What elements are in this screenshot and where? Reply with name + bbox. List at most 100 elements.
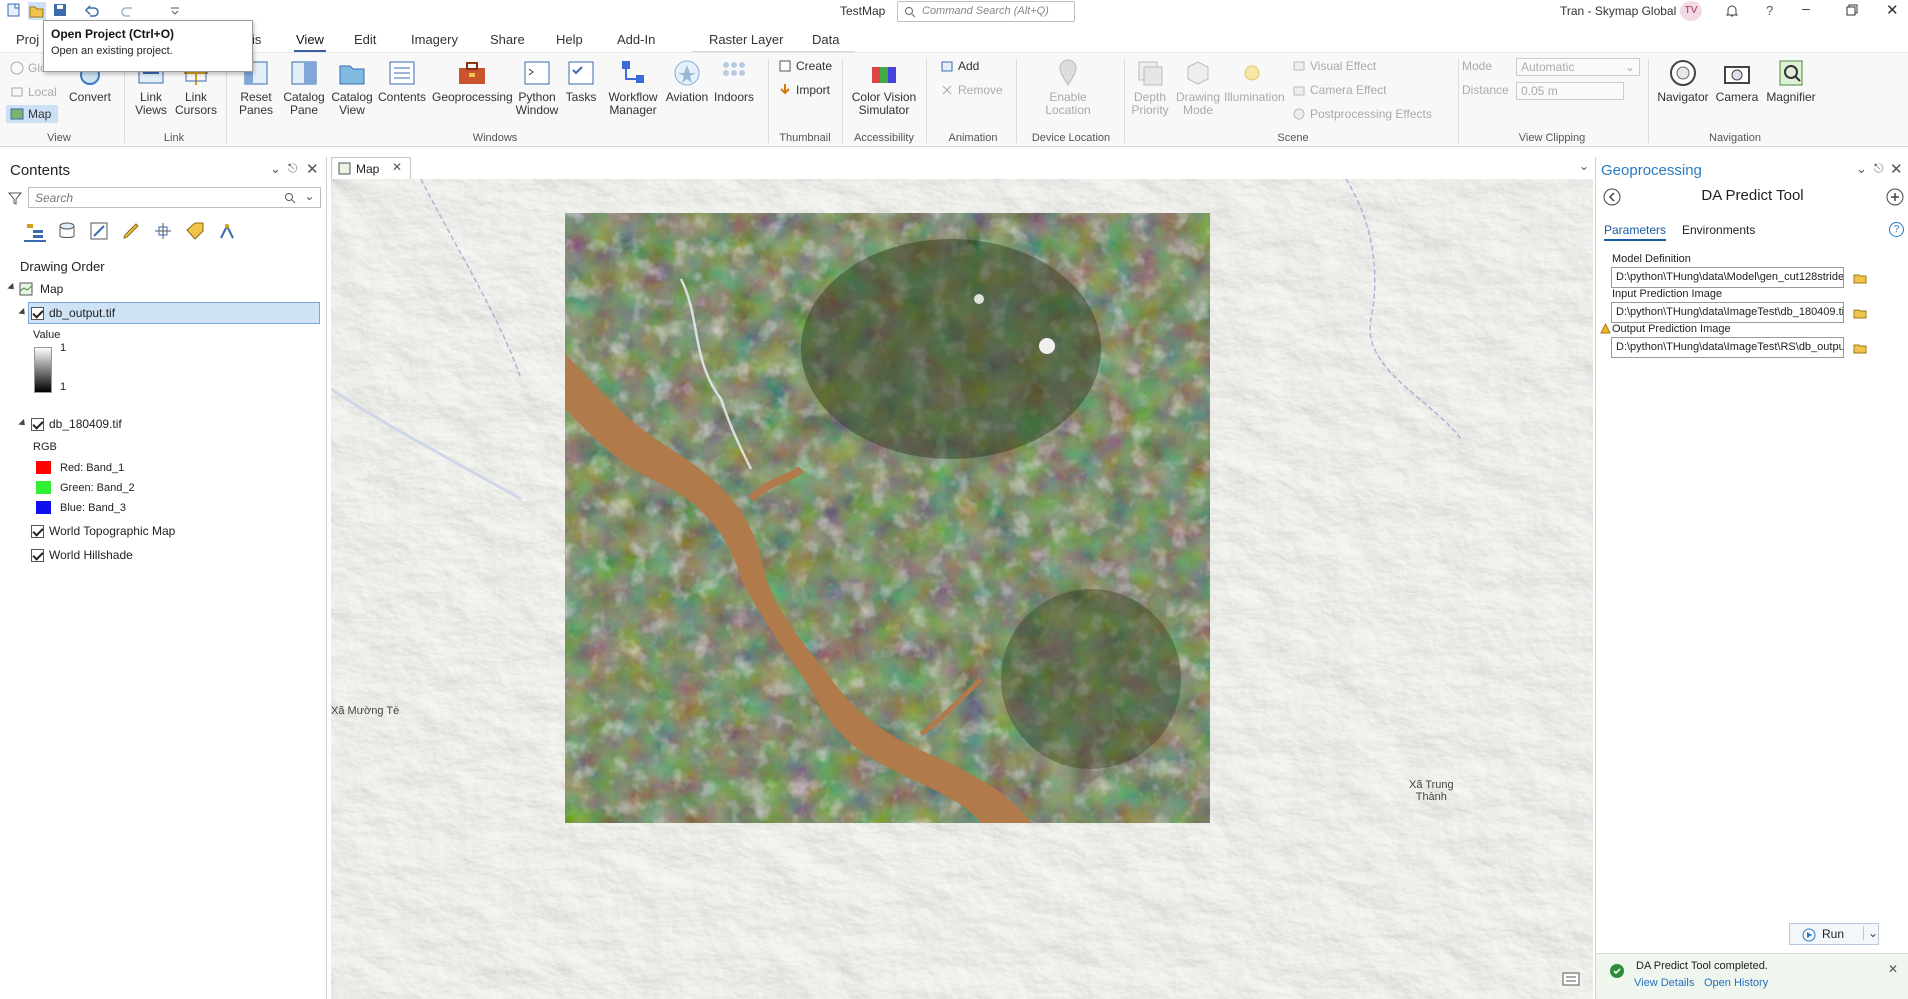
- contents-search-input[interactable]: Search ⌄: [28, 187, 321, 208]
- pane-options-chevron-icon[interactable]: ⌄: [1856, 161, 1867, 177]
- map-button[interactable]: Map: [6, 105, 58, 123]
- open-project-icon[interactable]: [28, 2, 46, 20]
- list-by-snapping-icon[interactable]: [152, 220, 174, 242]
- navigator-button[interactable]: Navigator: [1654, 57, 1712, 104]
- pane-options-chevron-icon[interactable]: ⌄: [270, 161, 281, 177]
- catalog-view-button[interactable]: Catalog View: [328, 57, 376, 117]
- catalog-pane-button[interactable]: Catalog Pane: [280, 57, 328, 117]
- drawing-mode-button[interactable]: Drawing Mode: [1174, 57, 1222, 117]
- help-icon[interactable]: ?: [1889, 222, 1904, 237]
- postprocessing-effects-button[interactable]: Postprocessing Effects: [1292, 105, 1432, 123]
- expand-layer-icon[interactable]: [18, 307, 28, 318]
- create-thumbnail-button[interactable]: Create: [778, 57, 832, 75]
- tab-help[interactable]: Help: [556, 32, 583, 47]
- tab-add-in[interactable]: Add-In: [617, 32, 655, 47]
- view-details-link[interactable]: View Details: [1634, 977, 1694, 989]
- add-icon[interactable]: [1886, 188, 1904, 206]
- tab-analysis[interactable]: is: [252, 32, 261, 47]
- layer-visibility-checkbox[interactable]: [31, 525, 44, 538]
- layer-name[interactable]: World Topographic Map: [49, 520, 175, 542]
- pin-icon[interactable]: ⎋: [288, 161, 298, 176]
- close-notice-icon[interactable]: ✕: [1888, 962, 1898, 976]
- geoprocessing-button[interactable]: Geoprocessing: [432, 57, 513, 104]
- tab-view[interactable]: View: [294, 32, 326, 52]
- global-button[interactable]: Glo: [10, 59, 47, 77]
- map-node[interactable]: Map: [40, 278, 63, 300]
- layer-visibility-checkbox[interactable]: [31, 307, 44, 320]
- tab-parameters[interactable]: Parameters: [1604, 223, 1667, 241]
- close-icon[interactable]: ✕: [1886, 1, 1899, 19]
- layer-name[interactable]: World Hillshade: [49, 544, 133, 566]
- close-tab-icon[interactable]: ✕: [392, 160, 402, 174]
- illumination-button[interactable]: Illumination: [1224, 57, 1285, 104]
- remove-animation-button[interactable]: Remove: [940, 81, 1003, 99]
- layer-name[interactable]: db_180409.tif: [49, 413, 122, 435]
- input-image-input[interactable]: D:\python\THung\data\ImageTest\db_180409…: [1611, 302, 1844, 323]
- restore-icon[interactable]: [1846, 4, 1858, 16]
- tab-environments[interactable]: Environments: [1682, 223, 1755, 237]
- list-by-source-icon[interactable]: [56, 220, 78, 242]
- workflow-manager-button[interactable]: Workflow Manager: [602, 57, 664, 117]
- avatar[interactable]: TV: [1680, 1, 1702, 21]
- aviation-button[interactable]: Aviation: [664, 57, 710, 104]
- enable-location-button[interactable]: Enable Location: [1036, 57, 1100, 117]
- chevron-down-icon[interactable]: ⌄: [1579, 159, 1589, 173]
- color-vision-simulator-button[interactable]: Color Vision Simulator: [846, 57, 922, 117]
- map-canvas[interactable]: Xã Mường Tè Xã Trung Thành: [331, 179, 1593, 999]
- undo-icon[interactable]: [84, 2, 102, 20]
- list-by-editing-icon[interactable]: [120, 220, 142, 242]
- clipping-distance-input[interactable]: 0.05 m: [1516, 82, 1624, 100]
- list-by-selection-icon[interactable]: [88, 220, 110, 242]
- pin-icon[interactable]: ⎋: [1874, 161, 1884, 176]
- layer-visibility-checkbox[interactable]: [31, 418, 44, 431]
- close-pane-icon[interactable]: ✕: [1890, 160, 1903, 178]
- model-definition-input[interactable]: D:\python\THung\data\Model\gen_cut128str…: [1611, 267, 1844, 288]
- customize-quick-access-icon[interactable]: [168, 2, 186, 20]
- open-history-link[interactable]: Open History: [1704, 977, 1768, 989]
- tab-project[interactable]: Proj: [16, 32, 39, 47]
- expand-layer-icon[interactable]: [18, 418, 28, 429]
- camera-effect-button[interactable]: Camera Effect: [1292, 81, 1386, 99]
- import-thumbnail-button[interactable]: Import: [778, 81, 830, 99]
- camera-button[interactable]: Camera: [1712, 57, 1762, 104]
- list-by-perspective-icon[interactable]: [216, 220, 238, 242]
- notifications-bell-icon[interactable]: [1724, 3, 1740, 19]
- close-pane-icon[interactable]: ✕: [306, 160, 319, 178]
- satellite-image-db-180409[interactable]: [565, 213, 1210, 823]
- clipping-mode-select[interactable]: Automatic ⌄: [1516, 58, 1640, 76]
- list-by-labeling-icon[interactable]: [184, 220, 206, 242]
- save-project-icon[interactable]: [52, 2, 70, 20]
- tab-raster-layer[interactable]: Raster Layer: [709, 32, 783, 47]
- depth-priority-button[interactable]: Depth Priority: [1128, 57, 1172, 117]
- minimize-icon[interactable]: –: [1802, 0, 1810, 16]
- indoors-button[interactable]: Indoors: [712, 57, 756, 104]
- add-animation-button[interactable]: Add: [940, 57, 979, 75]
- new-project-icon[interactable]: [6, 2, 24, 20]
- output-image-input[interactable]: D:\python\THung\data\ImageTest\RS\db_out…: [1611, 337, 1844, 358]
- user-name[interactable]: Tran - Skymap Global: [1560, 4, 1676, 18]
- tab-edit[interactable]: Edit: [354, 32, 376, 47]
- filter-icon[interactable]: [8, 191, 22, 205]
- magnifier-button[interactable]: Magnifier: [1764, 57, 1818, 104]
- layer-visibility-checkbox[interactable]: [31, 549, 44, 562]
- chevron-down-icon[interactable]: ⌄: [304, 189, 314, 203]
- command-search-input[interactable]: Command Search (Alt+Q): [897, 1, 1075, 22]
- browse-folder-icon[interactable]: [1853, 272, 1867, 284]
- run-button[interactable]: Run ⌄: [1789, 923, 1879, 945]
- layer-name[interactable]: db_output.tif: [49, 302, 115, 324]
- chevron-down-icon[interactable]: ⌄: [1863, 926, 1878, 940]
- map-drawing[interactable]: [331, 179, 1593, 999]
- browse-folder-icon[interactable]: [1853, 307, 1867, 319]
- help-icon[interactable]: ?: [1766, 3, 1773, 18]
- tab-imagery[interactable]: Imagery: [411, 32, 458, 47]
- map-tips-icon[interactable]: [1561, 971, 1581, 989]
- visual-effect-button[interactable]: Visual Effect: [1292, 57, 1376, 75]
- list-by-drawing-order-icon[interactable]: [24, 220, 46, 242]
- contents-button[interactable]: Contents: [376, 57, 428, 104]
- map-tab[interactable]: Map ✕: [331, 157, 411, 179]
- tab-data[interactable]: Data: [812, 32, 839, 47]
- expand-map-icon[interactable]: [7, 282, 17, 293]
- browse-folder-icon[interactable]: [1853, 342, 1867, 354]
- tasks-button[interactable]: Tasks: [562, 57, 600, 104]
- local-button[interactable]: Local: [10, 83, 57, 101]
